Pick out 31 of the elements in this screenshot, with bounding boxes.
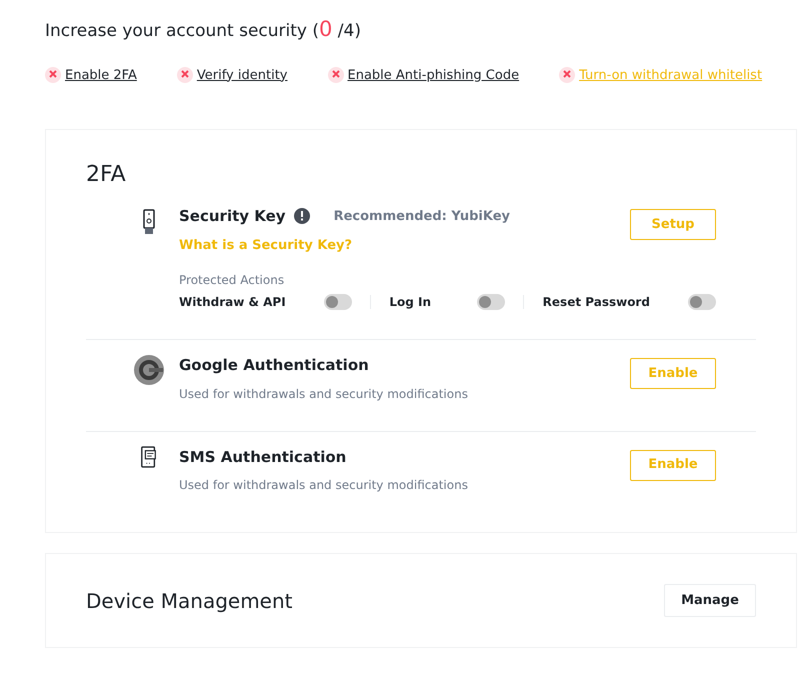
enable-button[interactable]: Enable — [630, 358, 716, 389]
recommended-text: Recommended: YubiKey — [334, 208, 510, 226]
section-title: 2FA — [86, 161, 127, 189]
enable-button[interactable]: Enable — [630, 450, 716, 480]
method-description: Used for withdrawals and security modifications — [179, 477, 468, 494]
toggle-switch[interactable] — [324, 294, 352, 310]
method-title: Security Key — [179, 206, 286, 227]
enable-button[interactable]: Setup — [630, 209, 716, 240]
score-total: /4) — [336, 21, 361, 41]
manage-button[interactable]: Manage — [664, 584, 756, 617]
action-label: Withdraw & API — [179, 294, 286, 311]
method-description: Used for withdrawals and security modifications — [179, 386, 468, 402]
method-title: SMS Authentication — [179, 446, 346, 468]
action-label: Reset Password — [542, 294, 650, 311]
help-link[interactable]: What is a Security Key? — [179, 236, 352, 255]
checklist-link[interactable]: Verify identity — [196, 66, 288, 85]
protected-actions-label: Protected Actions — [179, 272, 286, 289]
toggle-switch[interactable] — [477, 294, 506, 310]
usb-key-icon — [142, 209, 154, 235]
toggle-switch[interactable] — [688, 294, 716, 310]
info-icon — [294, 208, 310, 224]
method-title: Google Authentication — [179, 355, 369, 376]
phone-message-icon — [140, 446, 158, 468]
authenticator-icon — [132, 354, 164, 386]
checklist-link[interactable]: Enable 2FA — [65, 66, 137, 85]
checklist-link[interactable]: Turn-on withdrawal whitelist — [579, 66, 762, 85]
score-value: 0 — [319, 17, 332, 41]
checklist-link[interactable]: Enable Anti-phishing Code — [348, 66, 520, 85]
title-text: Increase your account security ( — [45, 21, 320, 41]
action-label: Log In — [389, 294, 432, 311]
section-title: Device Management — [86, 588, 293, 614]
